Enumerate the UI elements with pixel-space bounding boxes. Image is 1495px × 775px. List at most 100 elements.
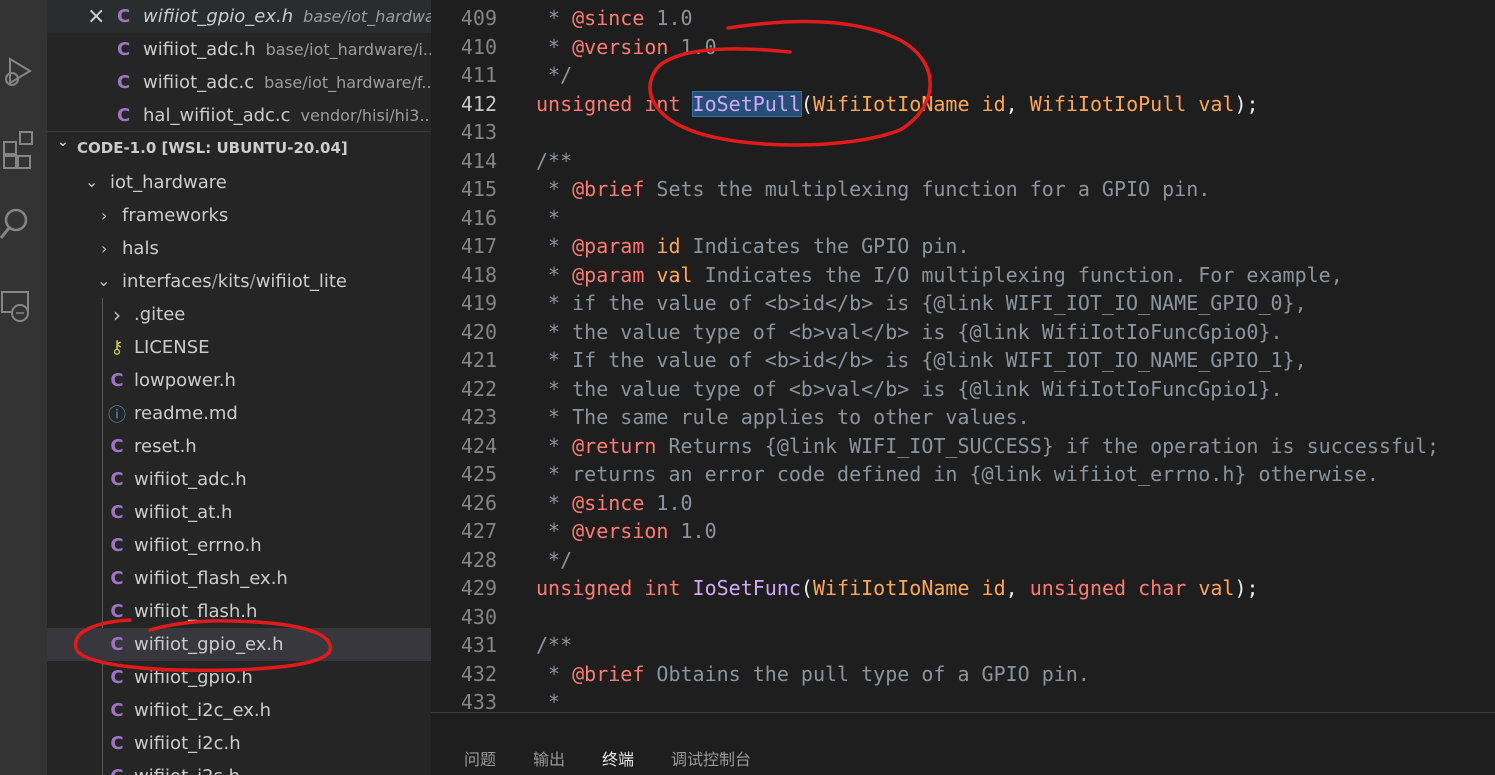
code-token: val — [1198, 576, 1235, 600]
tree-file-item[interactable]: Cwifiiot_errno.h — [47, 529, 431, 562]
open-editor-path: base/iot_hardware/i... — [265, 40, 431, 59]
code-token: @since — [572, 6, 645, 30]
tree-file-item[interactable]: Cwifiiot_gpio_ex.h — [47, 628, 431, 661]
tab-output[interactable]: 输出 — [533, 746, 565, 770]
tree-file-item[interactable]: Cwifiiot_i2c_ex.h — [47, 694, 431, 727]
code-line[interactable]: 428 */ — [431, 546, 1495, 574]
section-title: CODE-1.0 [WSL: UBUNTU-20.04] — [77, 139, 348, 157]
run-debug-icon[interactable] — [0, 44, 47, 94]
tree-file-item[interactable]: Cwifiiot_flash_ex.h — [47, 562, 431, 595]
tree-file-item[interactable]: ⓘ readme.md — [47, 397, 431, 430]
file-label: wifiiot_gpio_ex.h — [134, 634, 284, 655]
code-line[interactable]: 412 unsigned int IoSetPull(WifiIotIoName … — [431, 90, 1495, 118]
line-number: 422 — [460, 376, 497, 401]
code-line[interactable]: 432 * @brief Obtains the pull type of a … — [431, 660, 1495, 688]
open-editor-item[interactable]: Chal_wifiiot_adc.c vendor/hisi/hi3... — [47, 99, 431, 132]
tree-file-item[interactable]: Clowpower.h — [47, 364, 431, 397]
code-text: * @since 1.0 — [536, 489, 693, 517]
open-editor-path: base/iot_hardwa... — [303, 7, 431, 26]
open-editor-item[interactable]: Cwifiiot_adc.h base/iot_hardware/i... — [47, 33, 431, 66]
tree-folder-hals[interactable]: › hals — [47, 232, 431, 265]
code-text: * the value type of <b>val</b> is {@link… — [536, 318, 1283, 346]
code-token: Obtains the pull type of a GPIO pin. — [644, 661, 1090, 686]
code-token: Indicates the I/O multiplexing function.… — [692, 262, 1343, 287]
file-label: LICENSE — [134, 337, 210, 358]
code-line[interactable]: 409 * @since 1.0 — [431, 4, 1495, 32]
code-token: * the value type of <b>val</b> is {@link… — [536, 376, 1283, 401]
tree-file-item[interactable]: Cwifiiot_gpio.h — [47, 661, 431, 694]
code-line[interactable]: 426 * @since 1.0 — [431, 489, 1495, 517]
file-label: wifiiot_i2c_ex.h — [134, 700, 272, 721]
line-number: 432 — [460, 661, 497, 686]
code-line[interactable]: 416 * — [431, 204, 1495, 232]
close-icon[interactable]: × — [87, 4, 105, 29]
tab-debug-console[interactable]: 调试控制台 — [671, 746, 751, 770]
code-token: WifiIotIoName — [812, 576, 970, 600]
code-token: WifiIotIoPull — [1029, 91, 1187, 116]
code-line[interactable]: 427 * @version 1.0 — [431, 517, 1495, 545]
tree-file-item[interactable]: ⚷ LICENSE — [47, 331, 431, 364]
line-number: 424 — [460, 433, 497, 458]
code-line[interactable]: 419 * if the value of <b>id</b> is {@lin… — [431, 289, 1495, 317]
code-line[interactable]: 418 * @param val Indicates the I/O multi… — [431, 261, 1495, 289]
remote-explorer-icon[interactable] — [0, 282, 47, 332]
code-token: * — [536, 6, 573, 30]
code-line[interactable]: 411 */ — [431, 61, 1495, 89]
code-line[interactable]: 422 * the value type of <b>val</b> is {@… — [431, 375, 1495, 403]
line-number: 430 — [460, 604, 497, 629]
code-line[interactable]: 424 * @return Returns {@link WIFI_IOT_SU… — [431, 432, 1495, 460]
explorer-section-header[interactable]: ⌄ CODE-1.0 [WSL: UBUNTU-20.04] — [47, 131, 431, 164]
open-editor-path: vendor/hisi/hi3... — [300, 106, 431, 125]
code-line[interactable]: 425 * returns an error code defined in {… — [431, 460, 1495, 488]
code-token: Sets the multiplexing function for a GPI… — [644, 177, 1211, 201]
code-line[interactable]: 430 — [431, 603, 1495, 631]
folder-label: hals — [122, 238, 159, 259]
code-token: * — [536, 433, 573, 458]
code-line[interactable]: 410 * @version 1.0 — [431, 33, 1495, 61]
code-line[interactable]: 420 * the value type of <b>val</b> is {@… — [431, 318, 1495, 346]
code-line[interactable]: 433 * — [431, 688, 1495, 712]
code-line[interactable]: 431 /** — [431, 631, 1495, 659]
code-line[interactable]: 413 — [431, 118, 1495, 146]
code-editor[interactable]: 409 * @since 1.0 410 * @version 1.0 411 */… — [431, 0, 1495, 712]
code-line[interactable]: 417 * @param id Indicates the GPIO pin. — [431, 232, 1495, 260]
open-editor-item[interactable]: × Cwifiiot_gpio_ex.hbase/iot_hardwa... — [47, 0, 431, 33]
selected-token: IoSetPull — [691, 90, 802, 117]
explorer-sidebar: × Cwifiiot_gpio_ex.h base/iot_hardwa... Cwi… — [47, 0, 431, 775]
tree-file-item[interactable]: Creset.h — [47, 430, 431, 463]
search-icon[interactable] — [0, 198, 47, 248]
code-token: */ — [536, 547, 573, 572]
chevron-right-icon: › — [101, 206, 108, 225]
tab-problems[interactable]: 问题 — [464, 746, 496, 770]
code-line[interactable]: 421 * If the value of <b>id</b> is {@lin… — [431, 346, 1495, 374]
code-line[interactable]: 423 * The same rule applies to other val… — [431, 403, 1495, 431]
tree-folder-interfaces-kits-wifiiot-lite[interactable]: ⌄ interfaces/kits/wifiiot_lite — [47, 265, 431, 298]
code-text: /** — [536, 147, 572, 175]
tree-file-item[interactable]: Cwifiiot_i2s.h — [47, 760, 431, 775]
tree-folder-frameworks[interactable]: › frameworks — [47, 199, 431, 232]
tab-terminal[interactable]: 终端 — [602, 746, 634, 770]
tree-file-item[interactable]: Cwifiiot_i2c.h — [47, 727, 431, 760]
open-editor-item[interactable]: Cwifiiot_adc.c base/iot_hardware/f... — [47, 66, 431, 99]
code-line[interactable]: 429 unsigned int IoSetFunc(WifiIotIoName … — [431, 574, 1495, 602]
code-token: * — [536, 490, 573, 515]
code-token: Indicates the GPIO pin. — [680, 234, 970, 258]
extensions-icon[interactable] — [0, 124, 47, 174]
chevron-down-icon: ⌄ — [57, 134, 69, 150]
tree-file-item[interactable]: Cwifiiot_flash.h — [47, 595, 431, 628]
tree-folder-iot-hardware[interactable]: ⌄ iot_hardware — [47, 166, 431, 199]
code-line[interactable]: 414 /** — [431, 147, 1495, 175]
code-text: */ — [536, 546, 572, 574]
tree-file-item[interactable]: Cwifiiot_at.h — [47, 496, 431, 529]
code-token: * — [536, 661, 573, 686]
tree-file-item[interactable]: › .gitee — [47, 298, 431, 331]
chevron-right-icon: › — [113, 302, 121, 327]
tree-file-item[interactable]: Cwifiiot_adc.h — [47, 463, 431, 496]
code-text: * If the value of <b>id</b> is {@link WI… — [536, 346, 1307, 374]
code-token: Returns {@link WIFI_IOT_SUCCESS} if the … — [656, 433, 1440, 458]
c-file-icon: C — [117, 6, 131, 27]
code-line[interactable]: 415 * @brief Sets the multiplexing funct… — [431, 175, 1495, 203]
